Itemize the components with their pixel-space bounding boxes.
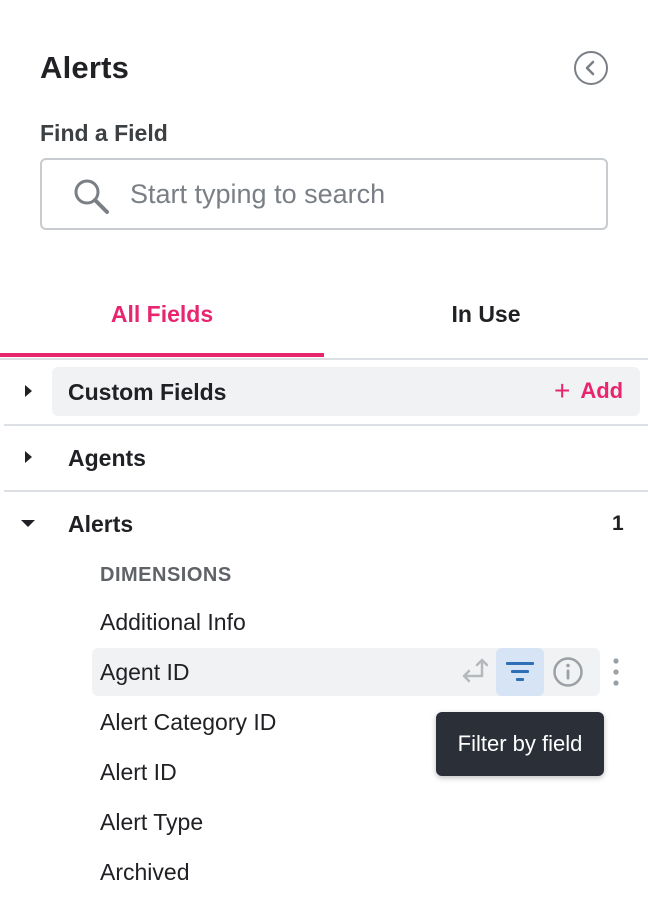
expand-agents-icon[interactable] [25, 451, 32, 463]
divider [4, 424, 648, 426]
collapse-alerts-icon[interactable] [21, 520, 35, 527]
field-item[interactable]: Archived [100, 859, 189, 886]
section-label-agents[interactable]: Agents [68, 445, 146, 472]
chevron-left-icon [585, 60, 595, 76]
plus-icon: + [554, 375, 571, 406]
filter-icon [506, 662, 534, 681]
field-item[interactable]: Alert Type [100, 809, 203, 836]
find-field-label: Find a Field [40, 120, 168, 146]
add-label: Add [580, 378, 624, 403]
tab-in-use[interactable]: In Use [324, 270, 648, 358]
collapse-panel-button[interactable] [574, 51, 608, 85]
panel-title: Alerts [40, 50, 130, 85]
section-label-custom-fields: Custom Fields [68, 379, 227, 405]
info-icon[interactable] [552, 656, 584, 688]
tab-all-fields[interactable]: All Fields [0, 270, 324, 358]
field-item[interactable]: Agent ID [100, 659, 190, 686]
alerts-in-use-count: 1 [612, 512, 624, 535]
divider [4, 490, 648, 492]
field-item[interactable]: Alert ID [100, 759, 177, 786]
filter-by-field-button[interactable] [496, 648, 544, 696]
more-vertical-icon[interactable] [606, 656, 626, 688]
field-item[interactable]: Alert Category ID [100, 709, 276, 736]
add-custom-field-button[interactable]: + Add [554, 375, 624, 406]
field-item[interactable]: Additional Info [100, 609, 246, 636]
swap-icon[interactable] [456, 656, 488, 688]
filter-tooltip: Filter by field [436, 712, 604, 776]
field-tabs: All Fields In Use [0, 270, 648, 360]
dimensions-header: DIMENSIONS [100, 564, 232, 586]
active-tab-indicator [0, 353, 324, 357]
section-label-alerts[interactable]: Alerts [68, 511, 133, 538]
expand-custom-fields-icon[interactable] [25, 385, 32, 397]
search-input[interactable] [130, 174, 590, 214]
search-box[interactable] [40, 158, 608, 230]
search-icon [74, 179, 109, 214]
